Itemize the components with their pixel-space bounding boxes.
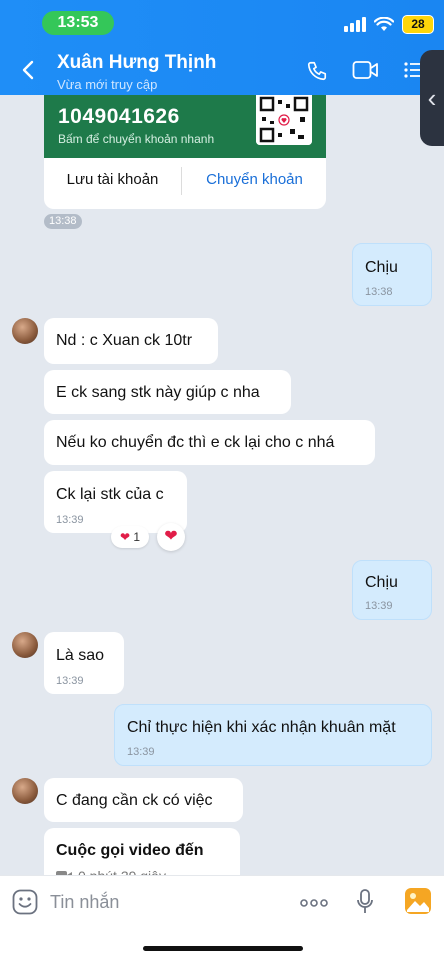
heart-icon: ❤ [164,528,178,545]
message-input[interactable]: Tin nhắn [50,892,119,913]
chevron-left-icon: ‹ [427,83,437,113]
message-text: Chịu [365,574,398,591]
message-incoming[interactable]: Nếu ko chuyển đc thì e ck lại cho c nhá [44,420,375,465]
message-text: Nd : c Xuan ck 10tr [56,332,193,349]
status-icons: 28 [344,14,434,34]
message-time: 13:39 [56,514,84,526]
message-outgoing[interactable]: Chịu 13:38 [352,243,432,306]
chat-header: 13:53 28 Xuân Hưng Thịnh Vừa mới truy cậ… [0,0,444,95]
emoji-button[interactable] [12,889,38,915]
avatar[interactable] [12,778,38,804]
bank-transfer-card[interactable]: 1049041626 Bấm để chuyển khoản nhanh Lưu… [44,95,326,209]
reaction-summary[interactable]: ❤ 1 [111,526,149,548]
back-button[interactable] [22,60,34,81]
signal-icon [344,16,366,32]
message-text: E ck sang stk này giúp c nha [56,384,260,401]
battery-icon: 28 [402,14,434,34]
message-text: Chỉ thực hiện khi xác nhận khuân mặt [127,719,396,736]
heart-icon: ❤ [119,530,131,544]
account-subtitle: Bấm để chuyển khoản nhanh [58,132,215,146]
phone-call-button[interactable] [306,60,328,82]
call-title: Cuộc gọi video đến [56,842,204,859]
side-panel-handle[interactable]: ‹ [420,50,444,146]
message-incoming[interactable]: C đang cần ck có việc [44,778,243,822]
message-time: 13:39 [127,746,155,758]
more-options-button[interactable] [300,898,328,908]
message-time: 13:38 [365,286,393,298]
message-text: Nếu ko chuyển đc thì e ck lại cho c nhá [56,434,335,451]
contact-name[interactable]: Xuân Hưng Thịnh [57,52,216,74]
bank-card-header[interactable]: 1049041626 Bấm để chuyển khoản nhanh [44,95,326,158]
message-outgoing[interactable]: Chịu 13:39 [352,560,432,620]
wifi-icon [374,16,394,31]
message-text: Chịu [365,259,398,276]
react-button[interactable]: ❤ [157,523,185,551]
avatar[interactable] [12,632,38,658]
message-text: C đang cần ck có việc [56,792,213,809]
message-text: Ck lại stk của c [56,486,164,503]
message-incoming[interactable]: Nd : c Xuan ck 10tr [44,318,218,364]
message-time: 13:38 [44,214,82,229]
message-incoming[interactable]: E ck sang stk này giúp c nha [44,370,291,414]
message-outgoing[interactable]: Chỉ thực hiện khi xác nhận khuân mặt 13:… [114,704,432,766]
transfer-button[interactable]: Chuyển khoản [183,161,326,199]
microphone-button[interactable] [356,889,374,915]
contact-status: Vừa mới truy cập [57,77,158,92]
message-time: 13:39 [365,600,393,612]
message-time: 13:39 [56,675,84,687]
message-incoming[interactable]: Là sao 13:39 [44,632,124,694]
status-time: 13:53 [42,11,114,35]
image-gallery-button[interactable] [405,888,431,914]
qr-code-icon [256,95,312,145]
avatar[interactable] [12,318,38,344]
divider [181,167,182,195]
video-call-button[interactable] [352,60,379,80]
message-text: Là sao [56,647,105,664]
reaction-count: 1 [133,530,141,544]
battery-level: 28 [411,16,425,31]
chevron-left-icon [22,60,34,80]
save-account-button[interactable]: Lưu tài khoản [44,161,181,199]
home-indicator [143,946,303,951]
account-number: 1049041626 [58,105,180,128]
